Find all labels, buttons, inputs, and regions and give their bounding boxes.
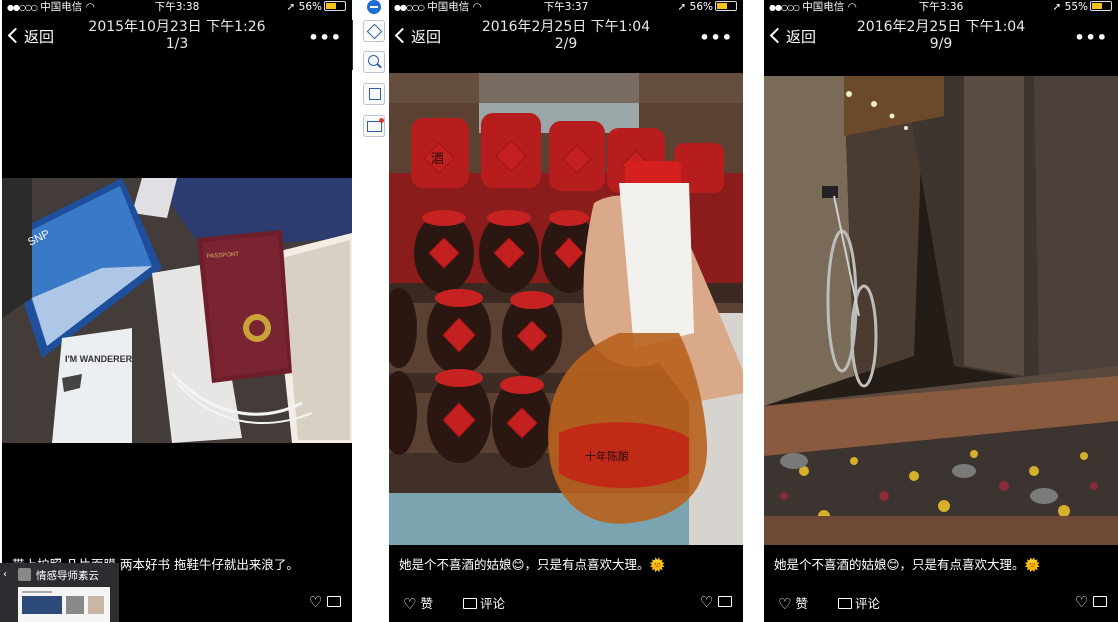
photo-counter: 2/9 bbox=[554, 36, 578, 52]
status-bar: ●●○○○ 中国电信 ◠ 下午3:36 ➚ 55% bbox=[764, 0, 1118, 14]
photo-date: 2015年10月23日 下午1:26 bbox=[88, 19, 266, 35]
photo-caption: 她是个不喜酒的姑娘😊，只是有点喜欢大理。🌞 bbox=[774, 557, 1041, 572]
photo-viewer-panel-3: ●●○○○ 中国电信 ◠ 下午3:36 ➚ 55% 返回 2016年2月25日 … bbox=[764, 0, 1118, 622]
more-icon[interactable]: ••• bbox=[308, 28, 342, 47]
layers-icon[interactable] bbox=[363, 20, 385, 42]
back-label: 返回 bbox=[786, 28, 817, 46]
nav-title: 2016年2月25日 下午1:04 9/9 bbox=[824, 19, 1058, 53]
comment-button[interactable]: 评论 bbox=[838, 593, 880, 612]
heart-icon[interactable]: ♡ bbox=[1075, 593, 1088, 611]
crop-icon[interactable] bbox=[363, 83, 385, 105]
heart-icon[interactable]: ♡ bbox=[309, 593, 322, 611]
battery-level: 56% bbox=[689, 1, 713, 13]
photo-viewer-panel-2: ●●○○○ 中国电信 ◠ 下午3:37 ➚ 56% 返回 2016年2月25日 … bbox=[389, 0, 743, 622]
back-button[interactable]: 返回 bbox=[769, 26, 817, 47]
nav-title: 2015年10月23日 下午1:26 1/3 bbox=[62, 19, 292, 53]
popup-thumbnail bbox=[18, 587, 110, 622]
wine-jars-photo: 酒 十年陈酿 bbox=[389, 73, 743, 545]
photo[interactable] bbox=[764, 76, 1118, 545]
back-button[interactable]: 返回 bbox=[7, 26, 55, 47]
popup-left-arrow-icon: ‹ bbox=[3, 569, 7, 580]
nav-bar: 返回 2016年2月25日 下午1:04 2/9 ••• bbox=[389, 14, 743, 58]
collapse-icon[interactable] bbox=[367, 0, 381, 14]
action-bar: ♡ 赞 评论 ♡ bbox=[764, 582, 1118, 622]
back-chevron-icon bbox=[7, 27, 24, 44]
back-chevron-icon bbox=[394, 27, 411, 44]
nav-title: 2016年2月25日 下午1:04 2/9 bbox=[449, 19, 683, 53]
photo-date: 2016年2月25日 下午1:04 bbox=[481, 19, 651, 35]
photo-counter: 1/3 bbox=[165, 36, 189, 52]
comment-button[interactable]: 评论 bbox=[463, 593, 505, 612]
travel-items-photo: SNP I'M WANDERER PASSPORT bbox=[2, 178, 352, 443]
popup-title: 情感导师素云 bbox=[36, 570, 99, 582]
comment-icon bbox=[463, 598, 477, 609]
jar-label: 酒 bbox=[431, 152, 444, 167]
back-chevron-icon bbox=[769, 27, 786, 44]
back-label: 返回 bbox=[411, 28, 442, 46]
back-label: 返回 bbox=[24, 28, 55, 46]
like-label: 赞 bbox=[420, 596, 433, 611]
photo-counter: 9/9 bbox=[929, 36, 953, 52]
photo[interactable]: 酒 十年陈酿 bbox=[389, 73, 743, 545]
battery-icon bbox=[715, 1, 737, 11]
action-bar: ♡ 赞 评论 ♡ bbox=[389, 582, 743, 622]
screenshot-icon[interactable] bbox=[363, 115, 385, 137]
location-icon: ➚ bbox=[286, 1, 296, 13]
back-button[interactable]: 返回 bbox=[394, 26, 442, 47]
more-icon[interactable]: ••• bbox=[699, 28, 733, 47]
battery-level: 56% bbox=[298, 1, 322, 13]
comment-label: 评论 bbox=[480, 596, 506, 611]
like-label: 赞 bbox=[795, 596, 808, 611]
status-bar: ●●○○○ 中国电信 ◠ 下午3:37 ➚ 56% bbox=[389, 0, 743, 14]
heart-icon: ♡ bbox=[403, 595, 417, 613]
heart-icon: ♡ bbox=[778, 595, 792, 613]
like-button[interactable]: ♡ 赞 bbox=[403, 593, 433, 613]
comment-icon bbox=[838, 598, 852, 609]
ruler-mark bbox=[352, 20, 363, 70]
battery-level: 55% bbox=[1064, 1, 1088, 13]
zoom-icon[interactable] bbox=[363, 51, 385, 73]
bag-text: I'M WANDERER bbox=[65, 354, 133, 364]
photo[interactable]: SNP I'M WANDERER PASSPORT bbox=[2, 178, 352, 443]
more-icon[interactable]: ••• bbox=[1074, 28, 1108, 47]
battery-icon bbox=[324, 1, 346, 11]
nav-bar: 返回 2015年10月23日 下午1:26 1/3 ••• bbox=[2, 14, 352, 58]
like-button[interactable]: ♡ 赞 bbox=[778, 593, 808, 613]
comment-icon[interactable] bbox=[327, 596, 341, 607]
photo-caption: 她是个不喜酒的姑娘😊，只是有点喜欢大理。🌞 bbox=[399, 557, 666, 572]
comment-icon[interactable] bbox=[718, 596, 732, 607]
comment-icon[interactable] bbox=[1093, 596, 1107, 607]
location-icon: ➚ bbox=[677, 1, 687, 13]
photo-viewer-panel-1: ●●○○○ 中国电信 ◠ 下午3:38 ➚ 56% 返回 2015年10月23日… bbox=[2, 0, 352, 622]
taskbar-preview-popup[interactable]: ‹ 情感导师素云 bbox=[0, 563, 119, 622]
location-icon: ➚ bbox=[1052, 1, 1062, 13]
nav-bar: 返回 2016年2月25日 下午1:04 9/9 ••• bbox=[764, 14, 1118, 58]
alley-bicycle-photo bbox=[764, 76, 1118, 545]
comment-label: 评论 bbox=[855, 596, 881, 611]
battery-icon bbox=[1090, 1, 1112, 11]
popup-app-icon bbox=[18, 568, 31, 581]
bottle-label: 十年陈酿 bbox=[585, 449, 629, 463]
heart-icon[interactable]: ♡ bbox=[700, 593, 713, 611]
photo-date: 2016年2月25日 下午1:04 bbox=[856, 19, 1026, 35]
status-bar: ●●○○○ 中国电信 ◠ 下午3:38 ➚ 56% bbox=[2, 0, 352, 14]
